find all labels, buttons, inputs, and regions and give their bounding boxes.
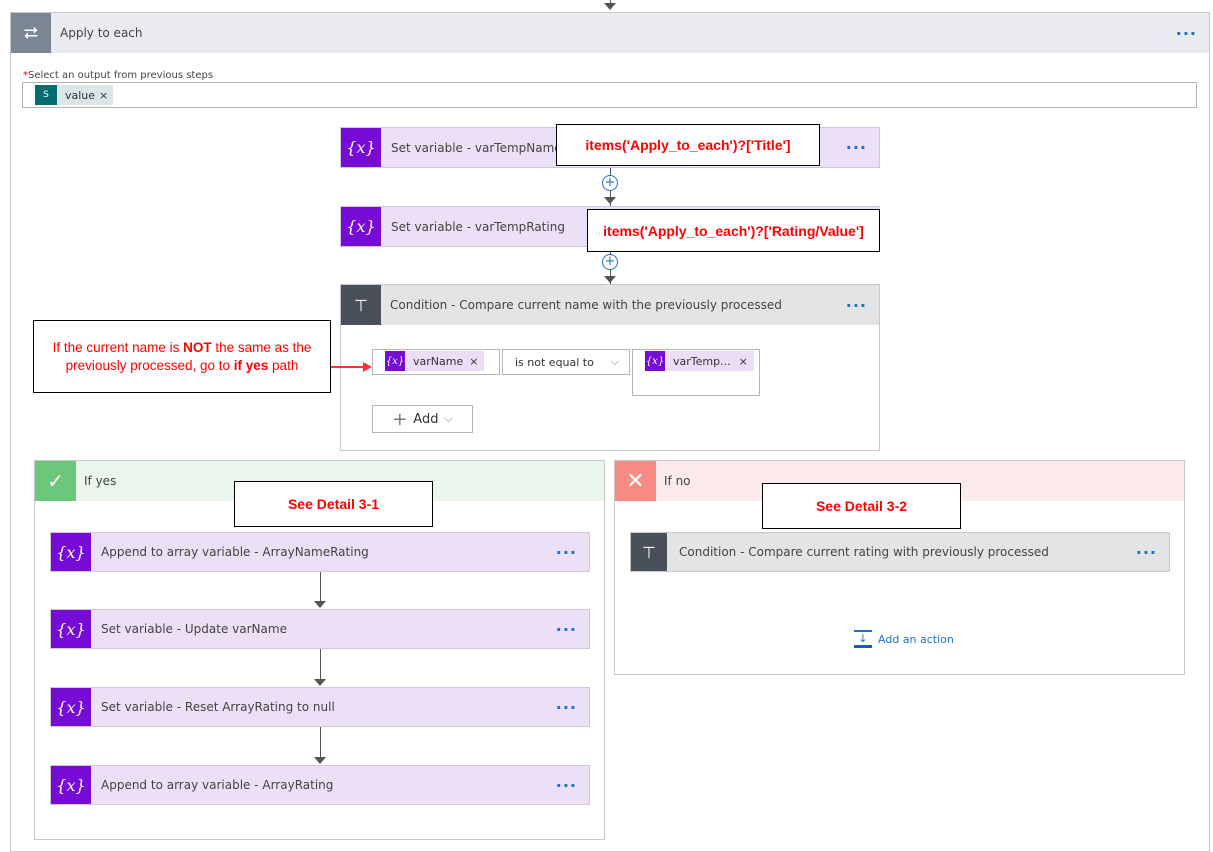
arrow-down-icon <box>604 3 616 10</box>
apply-to-each-title: Apply to each <box>60 26 143 40</box>
loop-icon: ⮂ <box>11 13 51 53</box>
variable-icon: {x} <box>51 533 91 571</box>
annotation-rating-expression: items('Apply_to_each')?['Rating/Value'] <box>587 209 880 252</box>
value-token: S value × <box>35 85 114 105</box>
arrow-down-icon <box>604 276 616 283</box>
if-no-title: If no <box>664 474 691 488</box>
more-options-button[interactable]: ··· <box>1136 543 1169 562</box>
condition-compare-rating[interactable]: ⊤ Condition - Compare current rating wit… <box>630 532 1170 572</box>
condition-left-operand[interactable]: {x} varName × <box>372 349 500 375</box>
operator-dropdown[interactable]: is not equal to ⌵ <box>502 349 630 375</box>
chevron-down-icon: ⌵ <box>610 355 619 368</box>
if-yes-title: If yes <box>84 474 117 488</box>
more-options-button[interactable]: ··· <box>846 296 879 315</box>
variable-icon: {x} <box>341 207 381 246</box>
apply-to-each-header[interactable]: ⮂ Apply to each ··· <box>11 13 1209 53</box>
condition-icon: ⊤ <box>631 533 667 571</box>
output-input[interactable]: S value × <box>22 82 1197 108</box>
annotation-if-yes-path: If the current name is NOT the same as t… <box>33 320 331 393</box>
arrow-right-icon <box>363 362 372 372</box>
arrow-down-icon <box>604 197 616 204</box>
more-options-button[interactable]: ··· <box>556 620 589 639</box>
add-action-icon: ↓ <box>854 630 872 648</box>
condition-right-operand[interactable]: {x} varTemp... × <box>632 349 760 396</box>
arrow-down-icon <box>314 601 326 608</box>
arrow-down-icon <box>314 757 326 764</box>
set-variable-update-varname[interactable]: {x} Set variable - Update varName ··· <box>50 609 590 649</box>
annotation-title-expression: items('Apply_to_each')?['Title'] <box>556 124 820 166</box>
insert-step-button[interactable]: + <box>602 254 618 270</box>
check-icon: ✓ <box>35 461 76 501</box>
field-label: *Select an output from previous steps <box>23 70 214 81</box>
add-condition-button[interactable]: + Add ⌵ <box>372 405 473 433</box>
variable-icon: {x} <box>385 351 405 371</box>
chevron-down-icon: ⌵ <box>444 412 453 425</box>
variable-icon: {x} <box>51 766 91 804</box>
remove-token-button[interactable]: × <box>739 355 754 368</box>
condition-icon: ⊤ <box>341 285 381 325</box>
condition-title: Condition - Compare current name with th… <box>390 298 782 312</box>
append-arrayrating[interactable]: {x} Append to array variable - ArrayRatin… <box>50 765 590 805</box>
annotation-arrow <box>331 366 365 368</box>
sharepoint-icon: S <box>35 85 57 105</box>
set-variable-reset-arrayrating[interactable]: {x} Set variable - Reset ArrayRating to n… <box>50 687 590 727</box>
annotation-detail-3-2: See Detail 3-2 <box>762 483 961 529</box>
append-arraynamerating[interactable]: {x} Append to array variable - ArrayNameR… <box>50 532 590 572</box>
add-an-action-button[interactable]: ↓ Add an action <box>854 630 954 648</box>
variable-icon: {x} <box>341 128 381 167</box>
remove-token-button[interactable]: × <box>469 355 484 368</box>
arrow-down-icon <box>314 679 326 686</box>
close-icon: ✕ <box>615 461 656 501</box>
more-options-button[interactable]: ··· <box>556 543 589 562</box>
more-options-button[interactable]: ··· <box>556 776 589 795</box>
annotation-detail-3-1: See Detail 3-1 <box>234 481 433 527</box>
variable-icon: {x} <box>645 351 665 371</box>
remove-token-button[interactable]: × <box>99 89 113 102</box>
variable-icon: {x} <box>51 610 91 648</box>
variable-icon: {x} <box>51 688 91 726</box>
insert-step-button[interactable]: + <box>602 175 618 191</box>
more-options-button[interactable]: ··· <box>846 138 879 157</box>
more-options-button[interactable]: ··· <box>1176 24 1209 43</box>
plus-icon: + <box>392 408 408 430</box>
condition-header[interactable]: ⊤ Condition - Compare current name with … <box>341 285 879 325</box>
more-options-button[interactable]: ··· <box>556 698 589 717</box>
